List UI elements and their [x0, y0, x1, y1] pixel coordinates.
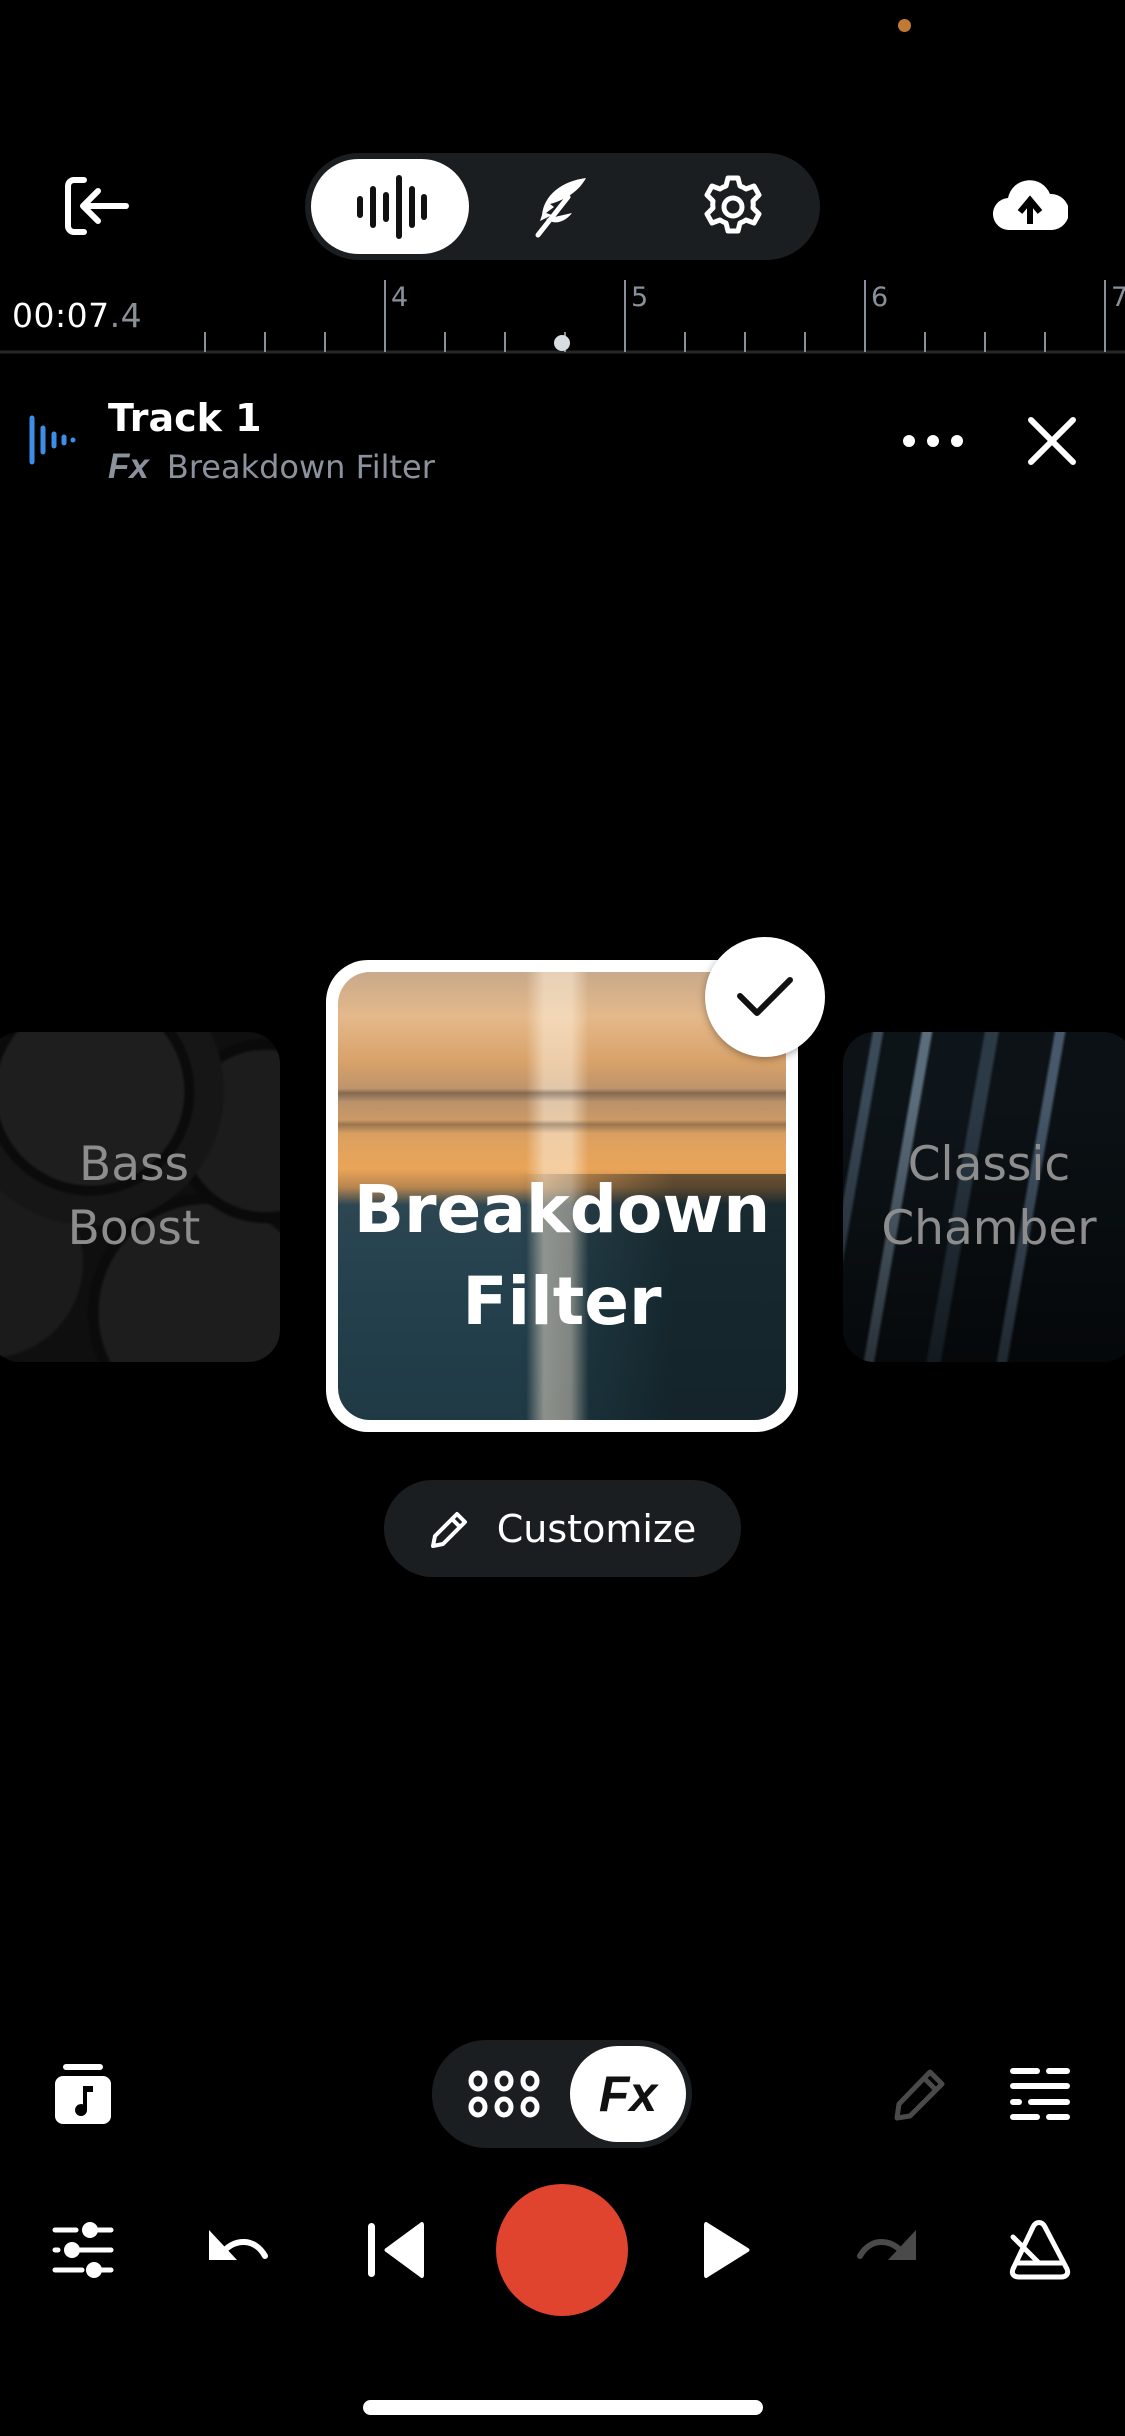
fx-icon: Fx: [108, 447, 149, 486]
mixer-button[interactable]: [43, 2210, 123, 2290]
playhead-marker: [554, 335, 570, 351]
cloud-upload-icon: [993, 180, 1068, 231]
grid-view-button[interactable]: [442, 2040, 566, 2148]
fx-view-button[interactable]: Fx: [570, 2046, 686, 2142]
track-title: Track 1: [108, 396, 262, 440]
ruler-label: 5: [631, 282, 648, 313]
selected-check-badge: [705, 937, 825, 1057]
effect-card-label: Breakdown Filter: [353, 1171, 771, 1340]
effect-card-label: Classic Chamber: [881, 1137, 1097, 1256]
metronome-icon: [1009, 2220, 1071, 2280]
timeline-ruler[interactable]: 4 5 6 7: [0, 270, 1125, 360]
sliders-icon: [52, 2222, 114, 2278]
mode-waveform-button[interactable]: [322, 153, 462, 260]
feather-icon: [535, 177, 586, 237]
redo-button[interactable]: [845, 2210, 925, 2290]
fx-label: Fx: [598, 2066, 658, 2122]
close-icon: [1028, 417, 1076, 465]
ruler-label: 6: [871, 282, 888, 313]
home-indicator[interactable]: [363, 2400, 763, 2415]
track-icon: [24, 408, 80, 472]
checkmark-icon: [737, 977, 793, 1016]
skip-back-button[interactable]: [357, 2210, 437, 2290]
ruler-label: 4: [391, 282, 408, 313]
effect-card-bass-boost[interactable]: Bass Boost: [0, 1032, 280, 1362]
music-library-icon: [55, 2064, 111, 2124]
track-waveform-icon: [29, 415, 76, 465]
waveform-icon: [357, 174, 427, 239]
track-more-button[interactable]: [893, 411, 973, 471]
grid-icon: [468, 2070, 540, 2118]
pencil-icon: [894, 2069, 945, 2121]
customize-button[interactable]: Customize: [384, 1480, 741, 1577]
more-icon: [903, 435, 963, 447]
ruler-label: 7: [1111, 282, 1125, 313]
lyrics-list-icon: [1010, 2068, 1070, 2120]
edit-button[interactable]: [880, 2054, 960, 2134]
close-track-button[interactable]: [1012, 401, 1092, 481]
upload-button[interactable]: [985, 166, 1075, 246]
lyrics-button[interactable]: [1000, 2054, 1080, 2134]
mode-settings-button[interactable]: [663, 153, 803, 260]
undo-icon: [209, 2230, 268, 2260]
track-effect-name: Breakdown Filter: [166, 448, 435, 486]
pencil-icon: [430, 1511, 467, 1548]
mode-feather-button[interactable]: [492, 153, 632, 260]
status-indicator-dot: [898, 19, 911, 32]
record-button[interactable]: [496, 2184, 628, 2316]
track-effect: Fx Breakdown Filter: [108, 447, 435, 487]
play-icon: [704, 2221, 750, 2279]
customize-label: Customize: [496, 1506, 697, 1551]
undo-button[interactable]: [200, 2210, 280, 2290]
metronome-button[interactable]: [1000, 2210, 1080, 2290]
redo-icon: [857, 2230, 916, 2260]
skip-back-icon: [368, 2221, 424, 2279]
exit-button[interactable]: [52, 166, 142, 246]
mode-segmented-control: [305, 153, 820, 260]
view-toggle: Fx: [432, 2040, 692, 2148]
music-library-button[interactable]: [43, 2054, 123, 2134]
effect-card-label: Bass Boost: [67, 1137, 201, 1256]
gear-icon: [704, 175, 762, 233]
effect-card-classic-chamber[interactable]: Classic Chamber: [843, 1032, 1125, 1362]
exit-icon: [65, 177, 129, 235]
play-button[interactable]: [686, 2210, 766, 2290]
